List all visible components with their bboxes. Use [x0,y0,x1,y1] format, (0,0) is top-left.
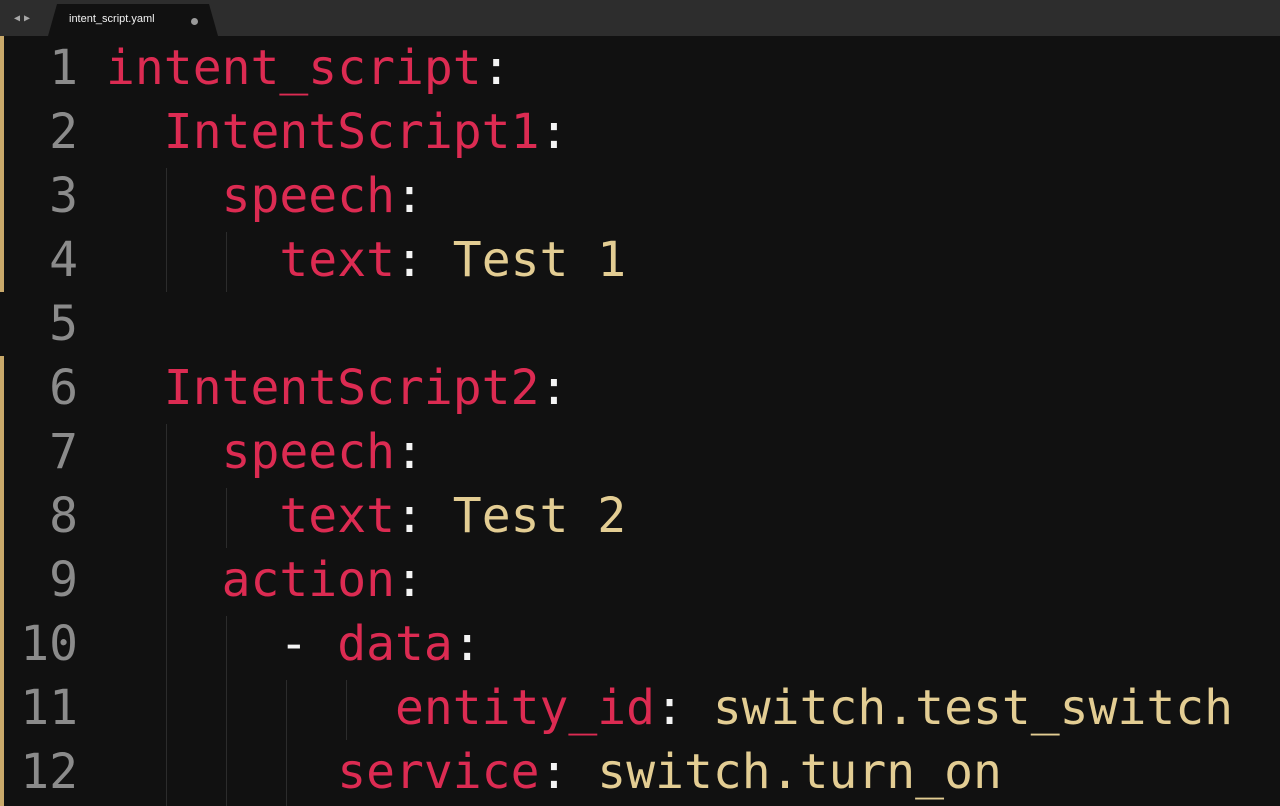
line-number: 5 [49,296,78,352]
yaml-colon: : [394,424,424,480]
yaml-key: intent_script [106,40,482,96]
tab-forward-icon[interactable]: ▶ [24,13,30,24]
code-text: IntentScript1: [106,100,569,164]
yaml-colon: : [539,360,569,416]
code-text: intent_script: [106,36,511,100]
yaml-colon: : [394,552,424,608]
line-number: 2 [49,104,78,160]
code-line[interactable]: 12 service: switch.turn_on [0,740,1280,804]
yaml-key: data [337,616,453,672]
code-line[interactable]: 4 text: Test 1 [0,228,1280,292]
file-tab[interactable]: intent_script.yaml [48,4,218,36]
code-line[interactable]: 8 text: Test 2 [0,484,1280,548]
code-line[interactable]: 1 intent_script: [0,36,1280,100]
code-editor[interactable]: 1 intent_script: 2 IntentScript1: 3 speech:… [0,36,1280,806]
code-line[interactable]: 9 action: [0,548,1280,612]
yaml-value: Test 1 [423,232,627,288]
line-number: 7 [49,424,78,480]
yaml-value: Test 2 [423,488,627,544]
code-text: entity_id: switch.test_switch [106,676,1233,740]
yaml-colon: : [481,40,511,96]
code-line[interactable]: 5 [0,292,1280,356]
code-text: text: Test 1 [106,228,626,292]
yaml-colon: : [655,680,684,736]
code-text: action: [106,548,424,612]
yaml-key: speech [221,424,395,480]
yaml-colon: : [539,744,569,800]
yaml-key: text [279,488,395,544]
yaml-key: entity_id [394,680,656,736]
line-number: 1 [49,40,78,96]
code-line[interactable]: 11 entity_id: switch.test_switch [0,676,1280,740]
code-text: IntentScript2: [106,356,569,420]
line-number: 8 [49,488,78,544]
code-line[interactable]: 7 speech: [0,420,1280,484]
yaml-value: switch.turn_on [568,744,1002,800]
unsaved-dot-icon[interactable] [191,18,198,25]
tab-back-icon[interactable]: ◀ [14,13,20,24]
code-text: speech: [106,164,424,228]
list-dash: - [279,616,338,672]
code-text: - data: [106,612,482,676]
code-line[interactable]: 10 - data: [0,612,1280,676]
tab-bar: ◀ ▶ intent_script.yaml [0,0,1280,36]
yaml-colon: : [394,168,424,224]
line-number: 4 [49,232,78,288]
yaml-key: IntentScript1 [163,104,540,160]
yaml-key: text [279,232,395,288]
yaml-value: switch.test_switch [683,680,1234,736]
code-text: speech: [106,420,424,484]
yaml-colon: : [539,104,569,160]
tab-title: intent_script.yaml [69,13,155,25]
yaml-key: IntentScript2 [163,360,540,416]
line-number: 12 [20,744,78,800]
line-number: 9 [49,552,78,608]
tab-navigation: ◀ ▶ [0,0,44,36]
code-line[interactable]: 3 speech: [0,164,1280,228]
yaml-key: speech [221,168,395,224]
yaml-key: service [337,744,540,800]
line-number: 6 [49,360,78,416]
yaml-colon: : [394,232,424,288]
line-number: 11 [20,680,78,736]
yaml-colon: : [394,488,424,544]
code-text: text: Test 2 [106,484,626,548]
code-text: service: switch.turn_on [106,740,1002,804]
line-number: 10 [20,616,78,672]
code-line[interactable]: 2 IntentScript1: [0,100,1280,164]
line-number: 3 [49,168,78,224]
yaml-colon: : [452,616,482,672]
yaml-key: action [221,552,395,608]
code-line[interactable]: 6 IntentScript2: [0,356,1280,420]
